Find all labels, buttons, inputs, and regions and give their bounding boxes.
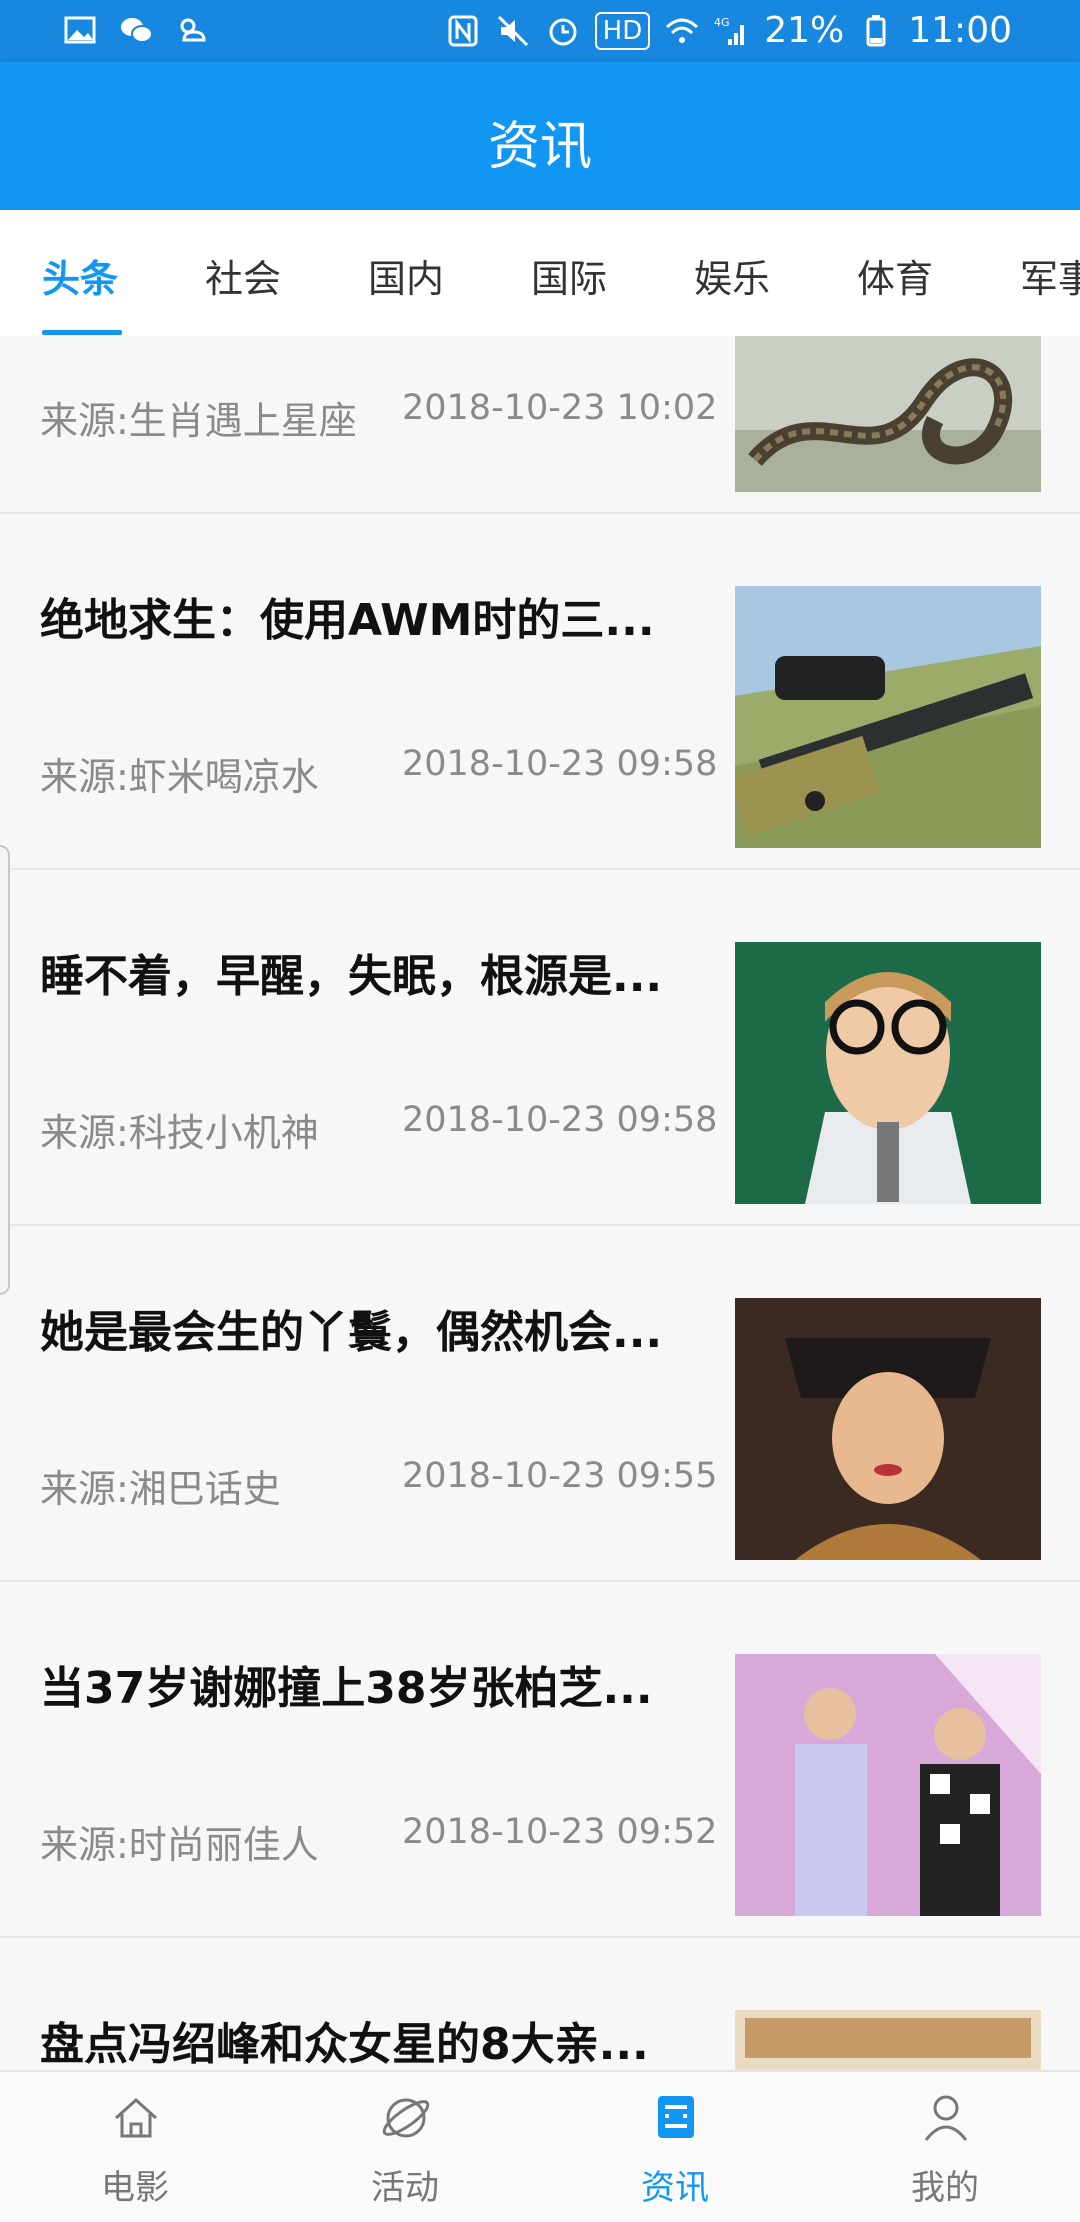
status-left-icons [62,12,210,48]
signal-icon: 4G [714,16,745,45]
gallery-icon [64,16,96,44]
tab-domestic[interactable]: 国内 [368,248,444,303]
home-icon [114,2097,158,2138]
tab-international[interactable]: 国际 [531,248,607,303]
news-item[interactable]: 盘点冯绍峰和众女星的8大亲... [0,1938,1080,2070]
news-title: 绝地求生：使用AWM时的三... [40,595,655,646]
edge-panel-handle[interactable] [0,845,10,1295]
nfc-icon [448,15,478,46]
tab-sports[interactable]: 体育 [857,248,933,303]
bottom-navigation: 电影 活动 资讯 我的 [0,2070,1080,2220]
news-title: 盘点冯绍峰和众女星的8大亲... [40,2019,649,2070]
nav-label: 活动 [371,2168,439,2208]
nav-activities[interactable]: 活动 [270,2072,540,2222]
news-feed[interactable]: 来源:生肖遇上星座 2018-10-23 10:02 绝地求生：使用AWM时的三… [0,336,1080,2070]
mute-icon [497,15,528,46]
nav-label: 我的 [911,2168,979,2208]
tab-military[interactable]: 军事 [1020,248,1080,303]
news-item[interactable]: 睡不着，早醒，失眠，根源是... 来源:科技小机神 2018-10-23 09:… [0,870,1080,1226]
battery-percent: 21% [764,10,845,51]
news-item[interactable]: 绝地求生：使用AWM时的三... 来源:虾米喝凉水 2018-10-23 09:… [0,514,1080,870]
qing-drama-actress-image [735,1298,1041,1560]
news-item[interactable]: 来源:生肖遇上星座 2018-10-23 10:02 [0,336,1080,514]
news-source: 来源:生肖遇上星座 [40,399,357,443]
news-source: 来源:科技小机神 [40,1111,319,1155]
tab-headlines[interactable]: 头条 [42,248,118,303]
news-title: 她是最会生的丫鬟，偶然机会... [40,1307,663,1358]
news-time: 2018-10-23 10:02 [402,388,718,428]
nav-news[interactable]: 资讯 [540,2072,810,2222]
tab-entertainment[interactable]: 娱乐 [694,248,770,303]
svg-text:4G: 4G [714,16,730,29]
weather-icon [180,18,206,42]
news-icon [658,2096,694,2138]
nav-label: 资讯 [641,2168,709,2208]
status-right-icons: HD 4G 21% 11:00 [445,10,1012,51]
sniper-rifle-image [735,586,1041,848]
battery-icon [866,14,886,46]
girl-glasses-image [735,942,1041,1204]
snake-image [735,336,1041,492]
news-source: 来源:湘巴话史 [40,1467,281,1511]
alarm-icon [549,18,577,45]
nav-profile[interactable]: 我的 [810,2072,1080,2222]
nav-label: 电影 [101,2168,169,2208]
page-title: 资讯 [487,117,592,177]
tab-society[interactable]: 社会 [205,248,281,303]
stage-performers-image [735,1654,1041,1916]
news-time: 2018-10-23 09:58 [402,744,718,784]
user-icon [924,2095,968,2141]
news-time: 2018-10-23 09:52 [402,1812,718,1852]
nav-movies[interactable]: 电影 [0,2072,270,2222]
news-title: 当37岁谢娜撞上38岁张柏芝... [40,1663,653,1714]
news-title: 睡不着，早醒，失眠，根源是... [40,951,663,1002]
news-time: 2018-10-23 09:55 [402,1456,718,1496]
active-tab-indicator [42,330,122,335]
app-bar: 资讯 [0,62,1080,210]
magazine-image [735,2010,1041,2070]
clock: 11:00 [908,10,1012,51]
news-source: 来源:时尚丽佳人 [40,1823,319,1867]
category-tabs: 头条 社会 国内 国际 娱乐 体育 军事 [0,210,1080,336]
wechat-icon [121,18,153,43]
planet-icon [382,2098,430,2138]
news-time: 2018-10-23 09:58 [402,1100,718,1140]
news-item[interactable]: 她是最会生的丫鬟，偶然机会... 来源:湘巴话史 2018-10-23 09:5… [0,1226,1080,1582]
news-source: 来源:虾米喝凉水 [40,755,319,799]
status-bar: HD 4G 21% 11:00 [0,0,1080,62]
wifi-icon [666,18,699,43]
hd-icon: HD [594,11,651,50]
news-item[interactable]: 当37岁谢娜撞上38岁张柏芝... 来源:时尚丽佳人 2018-10-23 09… [0,1582,1080,1938]
